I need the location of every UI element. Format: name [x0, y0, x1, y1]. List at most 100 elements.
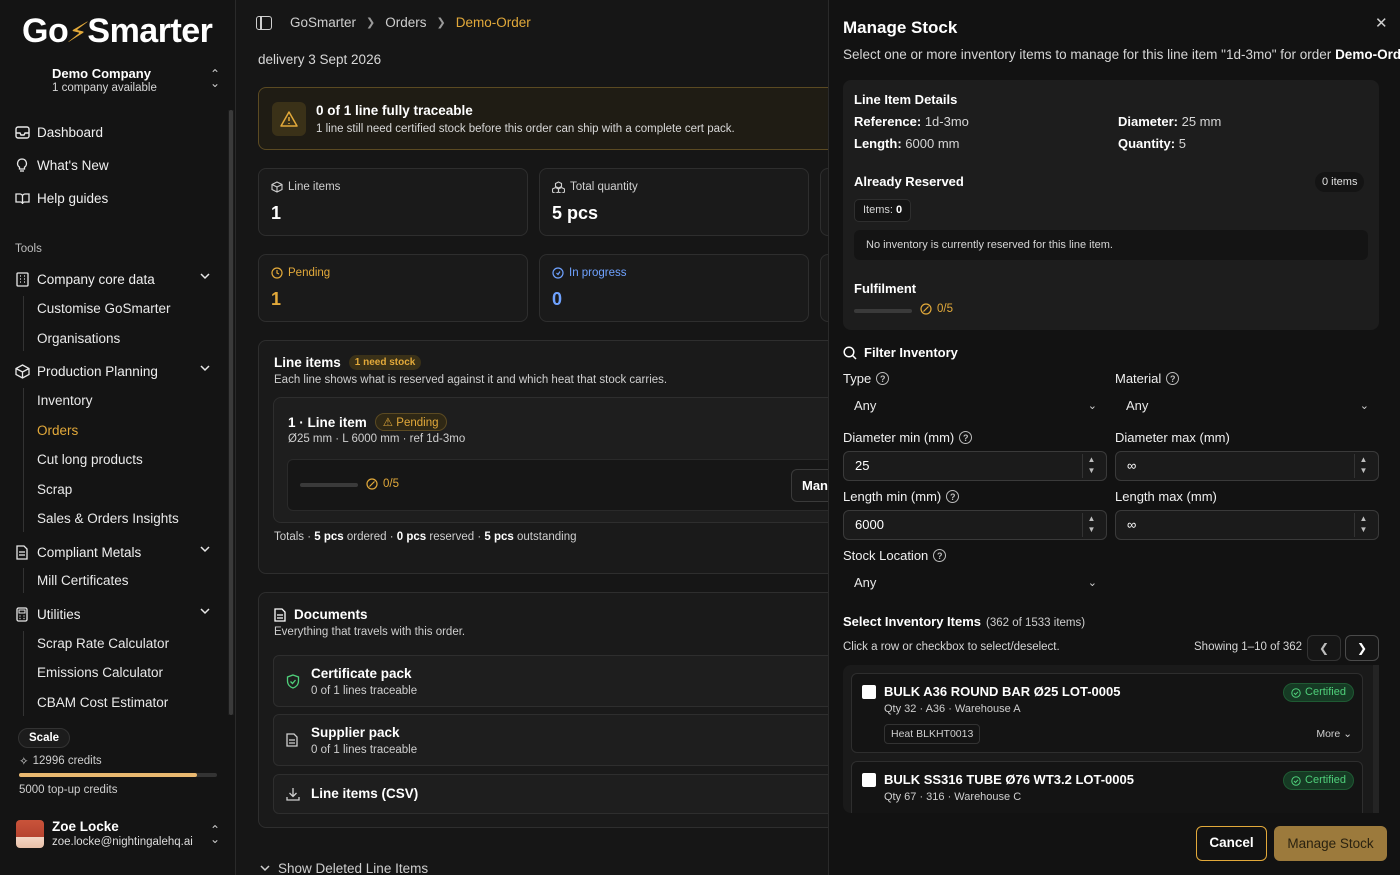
nav-company-core-data[interactable]: Company core data	[14, 266, 224, 292]
inventory-scrollbar[interactable]	[1373, 665, 1379, 813]
diameter-max-input[interactable]: ∞ ▲ ▼	[1115, 451, 1379, 481]
nav-orders[interactable]: Orders	[37, 423, 78, 438]
check-circle-icon	[1291, 775, 1301, 786]
stat-in-progress: In progress 0	[539, 254, 809, 322]
status-badge: ⚠ Pending	[374, 413, 447, 431]
length-max-input[interactable]: ∞ ▲ ▼	[1115, 510, 1379, 540]
chevron-down-icon: ⌄	[1343, 728, 1352, 740]
manage-stock-button[interactable]: Manage Stock	[1274, 826, 1387, 861]
line-item-row[interactable]: 1 · Line item ⚠ Pending Ø25 mm · L 6000 m…	[273, 397, 828, 523]
manage-stock-panel: Manage Stock ✕ Select one or more invent…	[828, 0, 1400, 875]
search-icon	[843, 345, 857, 360]
nav-scrap[interactable]: Scrap	[37, 482, 72, 497]
boxes-icon	[552, 181, 565, 193]
credits-readout: ✧ 12996 credits	[19, 755, 102, 768]
manage-stock-button-bg[interactable]: Manage Stock	[791, 469, 828, 502]
user-menu[interactable]: Zoe Locke zoe.locke@nightingalehq.ai ⌃ ⌄	[14, 816, 224, 856]
company-count: 1 company available	[52, 82, 157, 94]
type-select[interactable]: Any ⌄	[843, 391, 1107, 421]
nav-production-planning[interactable]: Production Planning	[14, 358, 224, 384]
nav-dashboard[interactable]: Dashboard	[14, 119, 103, 145]
nav-cbam-cost-estimator[interactable]: CBAM Cost Estimator	[37, 695, 168, 710]
chevron-right-icon: ❯	[1356, 641, 1368, 655]
nav-cut-long-products[interactable]: Cut long products	[37, 452, 143, 467]
certificate-pack-row[interactable]: Certificate pack 0 of 1 lines traceable	[273, 655, 828, 707]
diameter-max-label: Diameter max (mm)	[1115, 430, 1230, 445]
need-stock-badge: 1 need stock	[348, 355, 422, 370]
heat-badge: Heat BLKHT0013	[884, 724, 981, 744]
cancel-button[interactable]: Cancel	[1196, 826, 1267, 861]
nav-mill-certificates[interactable]: Mill Certificates	[37, 573, 129, 588]
document-icon	[274, 607, 286, 622]
already-reserved-heading: Already Reserved	[854, 174, 964, 189]
row-checkbox[interactable]	[862, 773, 876, 787]
stepper-icon: ▲ ▼	[1082, 513, 1100, 537]
gosmarter-logo[interactable]: Go⚡Smarter	[22, 12, 213, 51]
company-switcher[interactable]: Demo Company 1 company available ⌃ ⌄	[14, 62, 224, 102]
book-open-icon	[14, 190, 30, 206]
certified-badge: Certified	[1283, 771, 1354, 790]
length-min-input[interactable]: 6000 ▲ ▼	[843, 510, 1107, 540]
inventory-row[interactable]: BULK SS316 TUBE Ø76 WT3.2 LOT-0005 Qty 6…	[851, 761, 1363, 813]
row-checkbox[interactable]	[862, 685, 876, 699]
nav-help-guides[interactable]: Help guides	[14, 185, 108, 211]
tree-line	[23, 296, 24, 351]
progress-circle-icon	[552, 267, 564, 279]
stat-line-items: Line items 1	[258, 168, 528, 236]
details-heading: Line Item Details	[854, 92, 958, 107]
box-icon	[14, 363, 30, 379]
stat-card-partial	[820, 168, 828, 236]
prev-page-button[interactable]: ❮	[1307, 635, 1341, 661]
sidebar-scrollbar-thumb[interactable]	[229, 110, 233, 715]
warning-icon	[272, 102, 306, 136]
nav-customise-gosmarter[interactable]: Customise GoSmarter	[37, 301, 171, 316]
nav-utilities[interactable]: Utilities	[14, 601, 224, 627]
stat-card-partial	[820, 254, 828, 322]
close-icon[interactable]: ✕	[1375, 14, 1388, 32]
shield-check-icon	[286, 674, 300, 689]
breadcrumb-gosmarter[interactable]: GoSmarter	[290, 15, 356, 30]
line-items-totals: Totals · 5 pcs ordered · 0 pcs reserved …	[274, 531, 577, 543]
breadcrumb-orders[interactable]: Orders	[385, 15, 426, 30]
nav-inventory[interactable]: Inventory	[37, 393, 93, 408]
stock-location-select[interactable]: Any ⌄	[843, 568, 1107, 598]
nav-sales-orders-insights[interactable]: Sales & Orders Insights	[37, 511, 179, 526]
chevron-up-down-icon: ⌃ ⌄	[209, 67, 220, 90]
order-main: GoSmarter ❯ Orders ❯ Demo-Order delivery…	[236, 0, 828, 875]
show-deleted-toggle[interactable]: Show Deleted Line Items	[260, 861, 428, 875]
chevron-down-icon	[260, 865, 270, 872]
user-email: zoe.locke@nightingalehq.ai	[52, 836, 193, 848]
line-item-title: 1 · Line item	[288, 414, 367, 430]
chevron-left-icon: ❮	[1318, 641, 1330, 655]
warning-title: 0 of 1 line fully traceable	[316, 103, 473, 118]
documents-subtitle: Everything that travels with this order.	[274, 626, 466, 638]
nav-compliant-metals[interactable]: Compliant Metals	[14, 539, 224, 565]
line-items-subtitle: Each line shows what is reserved against…	[274, 374, 668, 386]
fulfilment-bar	[854, 309, 912, 313]
stat-total-quantity: Total quantity 5 pcs	[539, 168, 809, 236]
diameter-min-input[interactable]: 25 ▲ ▼	[843, 451, 1107, 481]
line-item-fulfilment: 0/5 Manage Stock	[287, 459, 828, 511]
more-toggle[interactable]: More ⌄	[1316, 728, 1352, 740]
help-icon: ?	[876, 372, 890, 385]
material-select[interactable]: Any ⌄	[1115, 391, 1379, 421]
detail-quantity: Quantity: 5	[1118, 136, 1186, 151]
breadcrumb: GoSmarter ❯ Orders ❯ Demo-Order	[256, 15, 531, 30]
calculator-icon	[14, 606, 30, 622]
inventory-row[interactable]: BULK A36 ROUND BAR Ø25 LOT-0005 Qty 32 ·…	[851, 673, 1363, 753]
next-page-button[interactable]: ❯	[1345, 635, 1379, 661]
no-inventory-message: No inventory is currently reserved for t…	[854, 230, 1368, 260]
nav-emissions-calculator[interactable]: Emissions Calculator	[37, 665, 163, 680]
nav-whats-new[interactable]: What's New	[14, 152, 109, 178]
line-items-csv-row[interactable]: Line items (CSV)	[273, 774, 828, 814]
panel-title: Manage Stock	[843, 18, 958, 37]
select-hint: Click a row or checkbox to select/desele…	[843, 641, 1060, 653]
reserved-items-count: Items: 0	[854, 199, 912, 222]
sidebar-toggle-icon[interactable]	[256, 15, 272, 30]
supplier-pack-row[interactable]: Supplier pack 0 of 1 lines traceable	[273, 714, 828, 766]
panel-description: Select one or more inventory items to ma…	[843, 47, 1400, 62]
nav-organisations[interactable]: Organisations	[37, 331, 120, 346]
line-items-title: Line items	[274, 355, 341, 370]
nav-scrap-rate-calculator[interactable]: Scrap Rate Calculator	[37, 636, 169, 651]
tree-line	[23, 631, 24, 716]
